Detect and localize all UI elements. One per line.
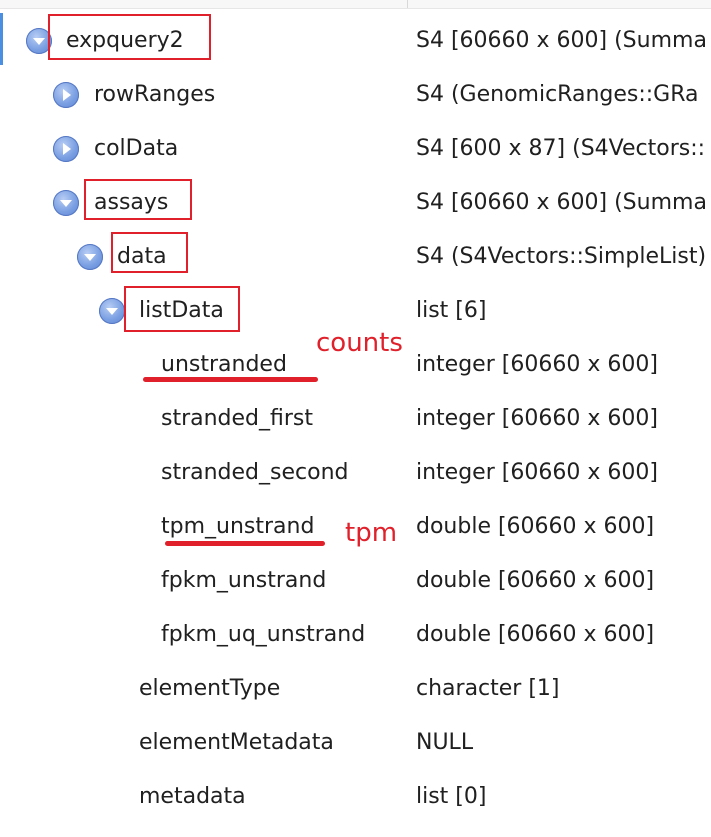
- collapse-icon[interactable]: [99, 298, 125, 324]
- annotation-tpm: tpm: [345, 518, 398, 548]
- tree-row-metadata[interactable]: metadata list [0]: [0, 770, 711, 824]
- highlight-box-listdata: [124, 286, 240, 332]
- tree-row-rowranges[interactable]: rowRanges S4 (GenomicRanges::GRa: [0, 68, 711, 122]
- tree-row-fpkm-uq-unstrand[interactable]: fpkm_uq_unstrand double [60660 x 600]: [0, 608, 711, 662]
- tree-item-value: NULL: [416, 730, 474, 755]
- tree-item-value: double [60660 x 600]: [416, 568, 655, 593]
- tree-item-name: fpkm_uq_unstrand: [161, 622, 366, 647]
- highlight-box-assays: [84, 179, 192, 220]
- highlight-box-data: [111, 232, 188, 273]
- tree-item-name: rowRanges: [94, 82, 216, 107]
- tree-row-elementtype[interactable]: elementType character [1]: [0, 662, 711, 716]
- tree-item-name: stranded_first: [161, 406, 314, 431]
- column-divider[interactable]: [407, 0, 408, 8]
- tree-item-value: S4 [60660 x 600] (Summa: [416, 28, 707, 53]
- underline-tpm-unstrand: [165, 541, 325, 546]
- tree-item-name: tpm_unstrand: [161, 514, 315, 539]
- tree-item-value: double [60660 x 600]: [416, 622, 655, 647]
- collapse-icon[interactable]: [53, 190, 79, 216]
- tree-item-value: S4 [600 x 87] (S4Vectors::: [416, 136, 706, 161]
- tree-item-name: fpkm_unstrand: [161, 568, 327, 593]
- tree-row-coldata[interactable]: colData S4 [600 x 87] (S4Vectors::: [0, 122, 711, 176]
- tree-item-name: elementType: [139, 676, 281, 701]
- underline-unstranded: [143, 377, 318, 382]
- tree-item-value: integer [60660 x 600]: [416, 460, 658, 485]
- collapse-icon[interactable]: [77, 244, 103, 270]
- tree-item-value: S4 (S4Vectors::SimpleList): [416, 244, 707, 269]
- tree-item-value: list [6]: [416, 298, 487, 323]
- tree-item-name: metadata: [139, 784, 246, 809]
- tree-item-name: elementMetadata: [139, 730, 334, 755]
- expand-icon[interactable]: [53, 82, 79, 108]
- column-header-strip: [0, 0, 711, 9]
- tree-item-value: integer [60660 x 600]: [416, 352, 658, 377]
- tree-row-stranded-first[interactable]: stranded_first integer [60660 x 600]: [0, 392, 711, 446]
- highlight-box-expquery2: [48, 14, 211, 60]
- tree-row-stranded-second[interactable]: stranded_second integer [60660 x 600]: [0, 446, 711, 500]
- tree-row-data[interactable]: data S4 (S4Vectors::SimpleList): [0, 230, 711, 284]
- tree-item-name: colData: [94, 136, 179, 161]
- tree-item-name: stranded_second: [161, 460, 349, 485]
- tree-item-value: integer [60660 x 600]: [416, 406, 658, 431]
- tree-item-value: character [1]: [416, 676, 560, 701]
- tree-item-value: double [60660 x 600]: [416, 514, 655, 539]
- tree-item-value: list [0]: [416, 784, 487, 809]
- tree-item-value: S4 (GenomicRanges::GRa: [416, 82, 699, 107]
- tree-row-fpkm-unstrand[interactable]: fpkm_unstrand double [60660 x 600]: [0, 554, 711, 608]
- expand-icon[interactable]: [53, 136, 79, 162]
- tree-item-name: unstranded: [161, 352, 287, 377]
- tree-item-value: S4 [60660 x 600] (Summa: [416, 190, 707, 215]
- tree-row-elementmetadata[interactable]: elementMetadata NULL: [0, 716, 711, 770]
- annotation-counts: counts: [316, 328, 403, 358]
